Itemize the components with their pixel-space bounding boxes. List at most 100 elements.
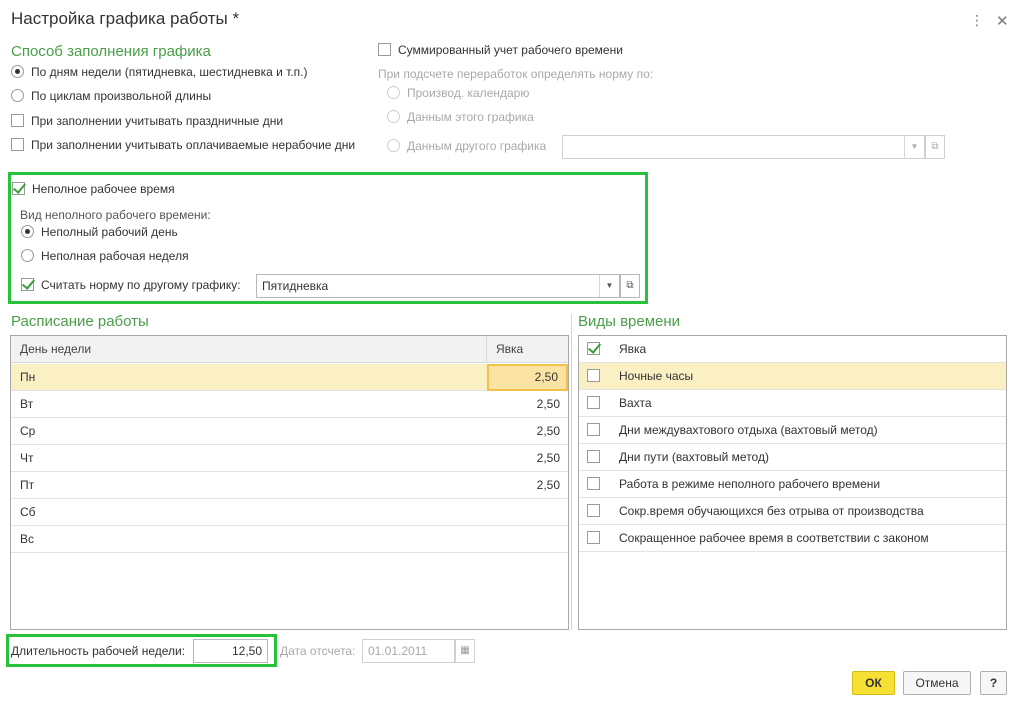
- checkbox-icon[interactable]: [587, 423, 600, 436]
- chevron-down-icon[interactable]: ▼: [599, 275, 619, 297]
- ok-button[interactable]: ОК: [852, 671, 895, 695]
- table-row[interactable]: Ср 2,50: [11, 418, 568, 445]
- holidays-checkbox[interactable]: При заполнении учитывать праздничные дни: [11, 112, 283, 130]
- column-header-attendance[interactable]: Явка: [487, 336, 568, 363]
- open-norm-schedule-button[interactable]: ⧉: [620, 274, 640, 298]
- checkbox-checked-icon[interactable]: [587, 342, 600, 355]
- checkbox-checked-icon: [21, 278, 34, 291]
- part-day-radio[interactable]: Неполный рабочий день: [21, 223, 178, 241]
- list-item[interactable]: Сокр.время обучающихся без отрыва от про…: [579, 498, 1006, 525]
- paid-nonworking-checkbox[interactable]: При заполнении учитывать оплачиваемые не…: [11, 136, 355, 154]
- schedule-table: День недели Явка Пн 2,50 Вт 2,50 Ср 2,50…: [10, 335, 569, 630]
- chevron-down-icon[interactable]: ▼: [904, 136, 924, 158]
- other-schedule-select[interactable]: ▼: [562, 135, 925, 159]
- norm-other-schedule-label: Считать норму по другому графику:: [41, 278, 241, 292]
- close-icon[interactable]: ✕: [996, 12, 1009, 30]
- table-row[interactable]: Пт 2,50: [11, 472, 568, 499]
- column-header-day[interactable]: День недели: [11, 336, 487, 363]
- summarized-checkbox[interactable]: Суммированный учет рабочего времени: [378, 41, 623, 59]
- checkbox-icon[interactable]: [587, 531, 600, 544]
- ref-date-input[interactable]: 01.01.2011: [362, 639, 455, 663]
- table-row[interactable]: Вс: [11, 526, 568, 553]
- attendance-cell[interactable]: 2,50: [487, 472, 568, 499]
- norm-other-schedule-checkbox[interactable]: Считать норму по другому графику:: [21, 276, 241, 294]
- norm-caption: При подсчете переработок определять норм…: [378, 67, 654, 81]
- day-cell: Пн: [20, 370, 36, 384]
- checkbox-icon: [378, 43, 391, 56]
- time-type-label: Работа в режиме неполного рабочего време…: [619, 477, 881, 491]
- cancel-button[interactable]: Отмена: [903, 671, 971, 695]
- attendance-cell[interactable]: [487, 499, 568, 526]
- norm-by-calendar-label: Производ. календарю: [407, 86, 530, 100]
- day-cell: Ср: [20, 424, 36, 438]
- help-button[interactable]: ?: [980, 671, 1007, 695]
- checkbox-icon: [11, 138, 24, 151]
- list-item[interactable]: Явка: [579, 336, 1006, 363]
- window-title: Настройка графика работы *: [11, 9, 240, 28]
- week-length-label: Длительность рабочей недели:: [11, 644, 186, 658]
- part-time-kind-caption: Вид неполного рабочего времени:: [20, 208, 211, 222]
- attendance-cell[interactable]: 2,50: [487, 391, 568, 418]
- time-type-label: Дни пути (вахтовый метод): [619, 450, 769, 464]
- norm-by-this-schedule-radio[interactable]: Данным этого графика: [387, 108, 534, 126]
- calendar-icon[interactable]: ▦: [455, 639, 475, 663]
- time-types-title: Виды времени: [578, 313, 681, 330]
- holidays-label: При заполнении учитывать праздничные дни: [31, 114, 284, 128]
- table-row[interactable]: Пн 2,50: [11, 364, 568, 391]
- week-length-input[interactable]: 12,50: [193, 639, 268, 663]
- norm-schedule-select[interactable]: Пятидневка ▼: [256, 274, 620, 298]
- checkbox-checked-icon: [12, 182, 25, 195]
- part-day-label: Неполный рабочий день: [41, 225, 178, 239]
- section-divider: [571, 314, 572, 630]
- table-row[interactable]: Чт 2,50: [11, 445, 568, 472]
- part-time-label: Неполное рабочее время: [32, 182, 175, 196]
- time-type-label: Ночные часы: [619, 369, 694, 383]
- part-time-checkbox[interactable]: Неполное рабочее время: [12, 180, 175, 198]
- list-item[interactable]: Работа в режиме неполного рабочего време…: [579, 471, 1006, 498]
- day-cell: Пт: [20, 478, 35, 492]
- part-week-radio[interactable]: Неполная рабочая неделя: [21, 247, 189, 265]
- norm-by-other-schedule-radio[interactable]: Данным другого графика: [387, 137, 546, 155]
- radio-off-icon: [387, 139, 400, 152]
- attendance-cell[interactable]: 2,50: [487, 445, 568, 472]
- checkbox-icon[interactable]: [587, 450, 600, 463]
- radio-on-icon: [21, 225, 34, 238]
- time-type-label: Сокращенное рабочее время в соответствии…: [619, 531, 929, 545]
- radio-off-icon: [11, 89, 24, 102]
- checkbox-icon[interactable]: [587, 504, 600, 517]
- norm-by-calendar-radio[interactable]: Производ. календарю: [387, 84, 529, 102]
- checkbox-icon[interactable]: [587, 369, 600, 382]
- ref-date-label: Дата отсчета:: [280, 644, 356, 658]
- paid-nonworking-label: При заполнении учитывать оплачиваемые не…: [31, 138, 356, 152]
- fill-by-cycles-radio[interactable]: По циклам произвольной длины: [11, 87, 211, 105]
- table-row[interactable]: Сб: [11, 499, 568, 526]
- part-week-label: Неполная рабочая неделя: [41, 249, 189, 263]
- radio-off-icon: [387, 110, 400, 123]
- list-item[interactable]: Дни пути (вахтовый метод): [579, 444, 1006, 471]
- radio-off-icon: [21, 249, 34, 262]
- more-vert-icon[interactable]: ⋮: [970, 12, 984, 29]
- time-type-label: Явка: [619, 342, 647, 356]
- time-type-label: Дни междувахтового отдыха (вахтовый мето…: [619, 423, 878, 437]
- attendance-cell[interactable]: [487, 526, 568, 553]
- norm-by-other-schedule-label: Данным другого графика: [407, 139, 547, 153]
- fill-by-weekdays-radio[interactable]: По дням недели (пятидневка, шестидневка …: [11, 63, 308, 81]
- radio-off-icon: [387, 86, 400, 99]
- day-cell: Сб: [20, 505, 36, 519]
- schedule-title: Расписание работы: [11, 313, 149, 330]
- attendance-cell[interactable]: 2,50: [487, 364, 568, 391]
- list-item[interactable]: Сокращенное рабочее время в соответствии…: [579, 525, 1006, 552]
- list-item[interactable]: Ночные часы: [579, 363, 1006, 390]
- time-type-label: Вахта: [619, 396, 652, 410]
- open-other-schedule-button[interactable]: ⧉: [925, 135, 945, 159]
- list-item[interactable]: Дни междувахтового отдыха (вахтовый мето…: [579, 417, 1006, 444]
- norm-by-this-schedule-label: Данным этого графика: [407, 110, 534, 124]
- fill-by-weekdays-label: По дням недели (пятидневка, шестидневка …: [31, 65, 308, 79]
- checkbox-icon[interactable]: [587, 396, 600, 409]
- list-item[interactable]: Вахта: [579, 390, 1006, 417]
- attendance-cell[interactable]: 2,50: [487, 418, 568, 445]
- table-row[interactable]: Вт 2,50: [11, 391, 568, 418]
- radio-on-icon: [11, 65, 24, 78]
- norm-schedule-value: Пятидневка: [262, 279, 329, 293]
- checkbox-icon[interactable]: [587, 477, 600, 490]
